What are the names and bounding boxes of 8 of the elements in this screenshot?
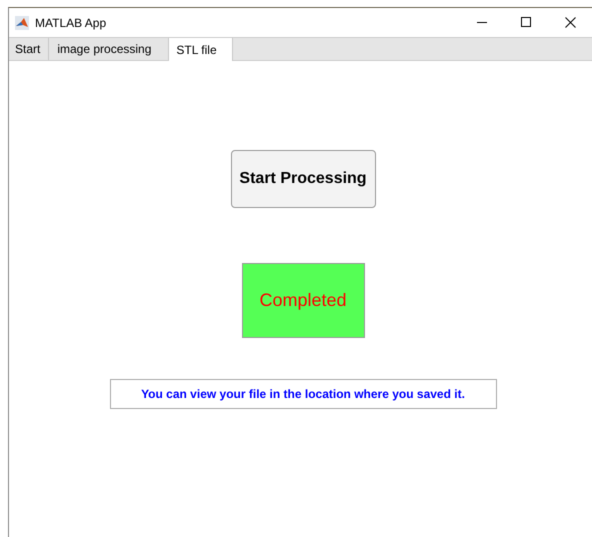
app-logo-icon bbox=[15, 16, 29, 30]
tab[interactable]: STL file bbox=[169, 38, 233, 61]
close-icon bbox=[564, 17, 576, 28]
status-label: Completed bbox=[242, 263, 364, 338]
window-title: MATLAB App bbox=[35, 16, 108, 30]
maximize-icon bbox=[520, 17, 532, 28]
start-processing-button[interactable]: Start Processing bbox=[230, 150, 376, 208]
message-text: You can view your file in the location where you saved it. bbox=[110, 379, 496, 409]
